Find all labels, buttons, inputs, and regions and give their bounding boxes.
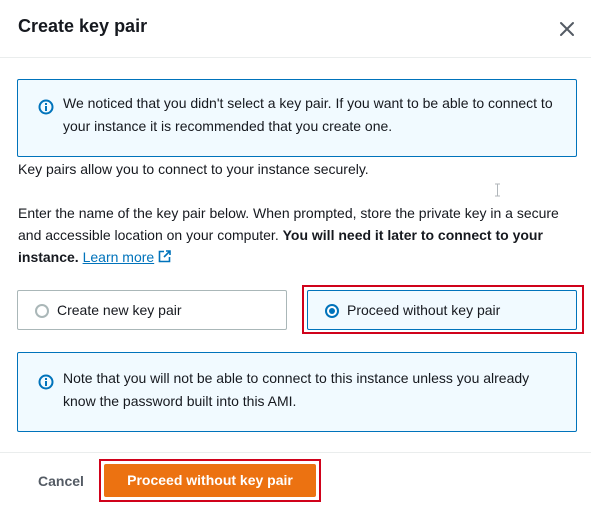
warning-text: Note that you will not be able to connec… [63, 370, 530, 409]
proceed-without-key-pair-button[interactable]: Proceed without key pair [104, 464, 316, 497]
proceed-without-key-pair-radio[interactable] [325, 304, 339, 318]
key-pairs-description: Key pairs allow you to connect to your i… [18, 161, 369, 177]
info-icon [38, 374, 54, 390]
key-pair-instructions: Enter the name of the key pair below. Wh… [18, 202, 578, 268]
learn-more-link[interactable]: Learn more [83, 249, 155, 265]
cancel-button[interactable]: Cancel [38, 473, 84, 489]
notice-text: We noticed that you didn't select a key … [63, 95, 553, 134]
dialog-title: Create key pair [18, 16, 148, 36]
proceed-without-key-pair-label: Proceed without key pair [347, 302, 501, 318]
create-new-key-pair-label: Create new key pair [57, 302, 182, 318]
password-warning: Note that you will not be able to connec… [17, 352, 577, 432]
create-new-key-pair-radio[interactable] [35, 304, 49, 318]
info-icon [38, 99, 54, 115]
create-new-key-pair-option[interactable]: Create new key pair [17, 290, 287, 330]
dialog-header: Create key pair [0, 0, 591, 58]
text-cursor-icon [494, 183, 501, 197]
proceed-without-key-pair-option[interactable]: Proceed without key pair [307, 290, 577, 330]
external-link-icon[interactable] [158, 247, 171, 263]
no-key-pair-notice: We noticed that you didn't select a key … [17, 79, 577, 157]
close-icon[interactable] [556, 18, 578, 40]
